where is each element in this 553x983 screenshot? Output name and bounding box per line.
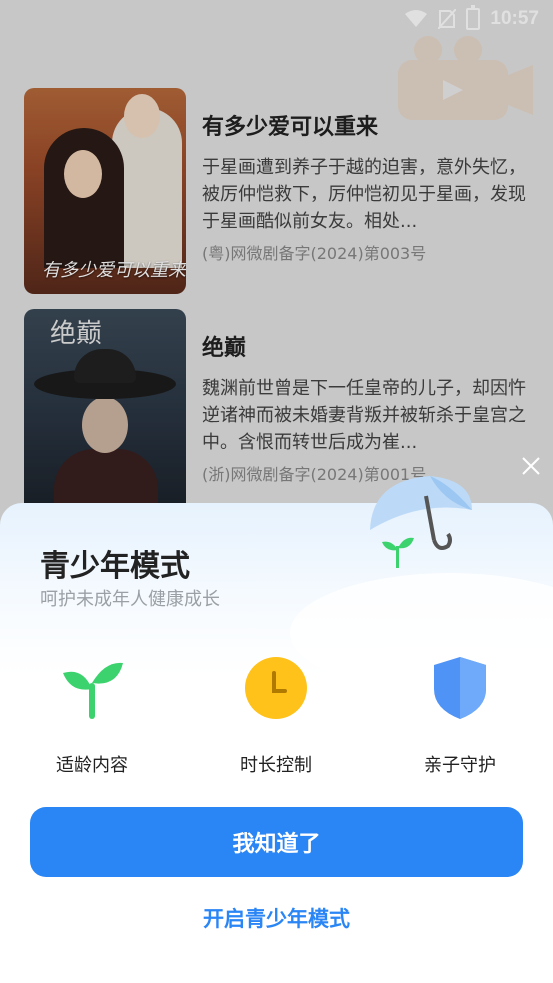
feature-label: 适龄内容 [56, 755, 128, 776]
feature-age-appropriate: 适龄内容 [12, 653, 172, 777]
shield-icon [434, 657, 486, 719]
feature-label: 时长控制 [240, 755, 312, 776]
enable-teen-mode-link[interactable]: 开启青少年模式 [0, 903, 553, 933]
feature-label: 亲子守护 [424, 755, 496, 776]
close-icon[interactable] [520, 455, 542, 477]
feature-time-control: 时长控制 [196, 653, 356, 777]
sheet-subtitle: 呵护未成年人健康成长 [40, 589, 220, 610]
sheet-title: 青少年模式 [40, 549, 190, 584]
sprout-icon [63, 662, 123, 719]
feature-parental-guard: 亲子守护 [380, 653, 540, 777]
acknowledge-button[interactable]: 我知道了 [30, 807, 523, 877]
clock-icon [245, 657, 307, 719]
umbrella-icon [370, 476, 472, 568]
